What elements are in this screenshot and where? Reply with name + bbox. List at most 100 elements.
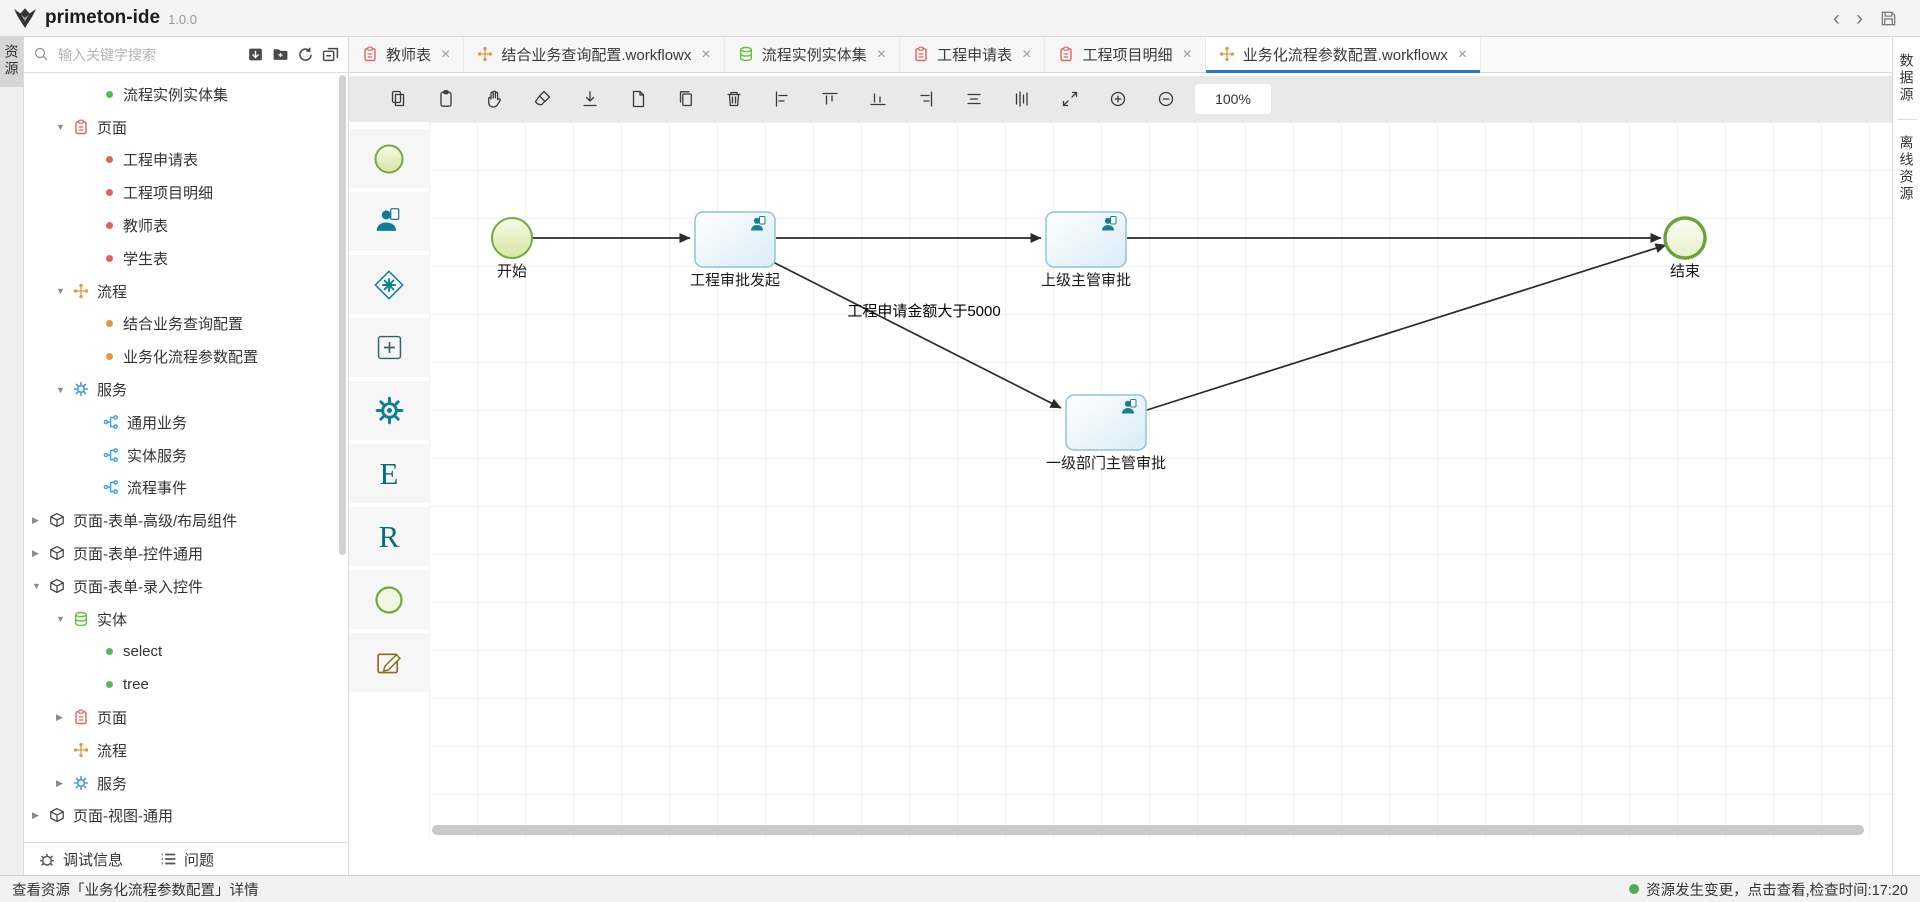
user-task-palette-item[interactable] — [349, 192, 429, 251]
tree-item[interactable]: ▶页面-表单-控件通用 — [24, 537, 348, 570]
edit-node-palette-item[interactable] — [349, 633, 429, 692]
zoom-out-button[interactable] — [1155, 88, 1177, 110]
start-event-palette-item[interactable] — [349, 129, 429, 188]
align-bottom-button[interactable] — [867, 88, 889, 110]
download-button[interactable] — [579, 88, 601, 110]
bottom-tab[interactable]: 问题 — [159, 849, 214, 870]
editor-tab[interactable]: 教师表× — [349, 37, 464, 72]
tree-item[interactable]: ▶ 页面 — [24, 701, 348, 734]
align-middle-button[interactable] — [963, 88, 985, 110]
search-input[interactable] — [56, 46, 241, 64]
forward-button[interactable]: › — [1856, 8, 1863, 29]
copy-page-button[interactable] — [675, 88, 697, 110]
tree-item-label: 页面 — [97, 707, 127, 728]
end-event-palette-item[interactable] — [349, 570, 429, 629]
brush-clean-button[interactable] — [531, 88, 553, 110]
tree-item[interactable]: ▼服务 — [24, 373, 348, 406]
chevron-right-icon[interactable]: ▶ — [56, 778, 73, 789]
import-icon[interactable] — [247, 46, 264, 63]
editor-tab[interactable]: 业务化流程参数配置.workflowx× — [1206, 37, 1481, 72]
tree-item[interactable]: ▶页面-视图-通用 — [24, 800, 348, 833]
canvas-horizontal-scrollbar[interactable] — [432, 825, 1864, 835]
editor-tab[interactable]: 工程项目明细× — [1045, 37, 1205, 72]
close-icon[interactable]: × — [701, 47, 710, 63]
tree-scrollbar[interactable] — [339, 75, 346, 555]
flow-edge[interactable] — [773, 262, 1061, 408]
zoom-in-button[interactable] — [1107, 88, 1129, 110]
back-button[interactable]: ‹ — [1833, 8, 1840, 29]
close-icon[interactable]: × — [877, 47, 886, 63]
tree-item[interactable]: tree — [24, 668, 348, 701]
editor-tab[interactable]: 流程实例实体集 × — [725, 37, 900, 72]
end-event-node[interactable] — [1665, 218, 1705, 258]
copy-button[interactable] — [387, 88, 409, 110]
editor-tab[interactable]: 工程申请表× — [900, 37, 1045, 72]
fit-screen-button[interactable] — [1059, 88, 1081, 110]
new-folder-icon[interactable] — [272, 46, 289, 63]
tree-item[interactable]: 流程实例实体集 — [24, 78, 348, 111]
chevron-down-icon[interactable]: ▼ — [32, 581, 49, 591]
tree-item[interactable]: 教师表 — [24, 209, 348, 242]
tree-item[interactable]: ▼ 页面-表单-录入控件 — [24, 570, 348, 603]
resources-rail-label: 资源 — [2, 44, 22, 78]
resources-rail-tab[interactable]: 资源 — [0, 37, 23, 87]
zoom-level-field[interactable]: 100% — [1195, 84, 1271, 114]
chevron-down-icon[interactable]: ▼ — [56, 385, 73, 395]
service-task-palette-item[interactable] — [349, 381, 429, 440]
tree-item[interactable]: ▼实体 — [24, 603, 348, 636]
tree-item[interactable]: select — [24, 636, 348, 669]
chevron-down-icon[interactable]: ▼ — [56, 614, 73, 624]
document-button[interactable] — [627, 88, 649, 110]
right-rail-tab[interactable]: 数据源 — [1897, 53, 1917, 120]
bottom-tab[interactable]: 调试信息 — [38, 849, 123, 870]
entity-node-palette-item[interactable]: E — [349, 444, 429, 503]
close-icon[interactable]: × — [1022, 47, 1031, 63]
collapse-all-icon[interactable] — [322, 46, 339, 63]
tree-item[interactable]: 工程申请表 — [24, 144, 348, 177]
chevron-down-icon[interactable]: ▼ — [56, 122, 73, 132]
rule-node-palette-item[interactable]: R — [349, 507, 429, 566]
tree-item[interactable]: 流程 — [24, 734, 348, 767]
refresh-icon[interactable] — [297, 46, 314, 63]
chevron-right-icon[interactable]: ▶ — [32, 810, 49, 821]
tree-item[interactable]: ▶页面-表单-高级/布局组件 — [24, 504, 348, 537]
chevron-down-icon[interactable]: ▼ — [56, 286, 73, 296]
close-icon[interactable]: × — [1182, 47, 1191, 63]
close-icon[interactable]: × — [441, 47, 450, 63]
tree-item[interactable]: ▶服务 — [24, 767, 348, 800]
start-event-node[interactable] — [492, 218, 532, 258]
tree-item[interactable]: 通用业务 — [24, 406, 348, 439]
clipboard-button[interactable] — [435, 88, 457, 110]
subprocess-palette-item[interactable] — [349, 318, 429, 377]
trash-button[interactable] — [723, 88, 745, 110]
align-left-button[interactable] — [771, 88, 793, 110]
tree-item[interactable]: 工程项目明细 — [24, 176, 348, 209]
tab-label: 流程实例实体集 — [762, 44, 867, 65]
chevron-right-icon[interactable]: ▶ — [32, 548, 49, 559]
tree-item[interactable]: 实体服务 — [24, 439, 348, 472]
tree-item[interactable]: 结合业务查询配置 — [24, 308, 348, 341]
gateway-palette-item[interactable] — [349, 255, 429, 314]
tree-item[interactable]: ▼ 页面 — [24, 111, 348, 144]
tree-item-label: 页面-表单-录入控件 — [73, 576, 203, 597]
close-icon[interactable]: × — [1458, 47, 1467, 63]
tree-item[interactable]: 学生表 — [24, 242, 348, 275]
hand-pan-button[interactable] — [483, 88, 505, 110]
save-icon[interactable] — [1879, 9, 1898, 28]
align-top-button[interactable] — [819, 88, 841, 110]
align-right-button[interactable] — [915, 88, 937, 110]
tree-item[interactable]: 流程事件 — [24, 472, 348, 505]
tree-item[interactable]: ▼流程 — [24, 275, 348, 308]
right-rail-tab[interactable]: 离线资源 — [1897, 135, 1917, 203]
node-label: 工程审批发起 — [690, 272, 780, 289]
flow-edge[interactable] — [1147, 245, 1666, 410]
status-resource-detail[interactable]: 查看资源「业务化流程参数配置」详情 — [12, 879, 259, 900]
distribute-button[interactable] — [1011, 88, 1033, 110]
tree-item-label: 页面 — [97, 117, 127, 138]
tree-item[interactable]: 业务化流程参数配置 — [24, 340, 348, 373]
chevron-right-icon[interactable]: ▶ — [56, 712, 73, 723]
diagram-canvas[interactable]: 工程申请金额大于5000开始工程审批发起上级主管审批一级部门主管审批结束 — [429, 122, 1892, 875]
status-change-notice[interactable]: 资源发生变更，点击查看,检查时间:17:20 — [1646, 879, 1908, 900]
chevron-right-icon[interactable]: ▶ — [32, 515, 49, 526]
editor-tab[interactable]: 结合业务查询配置.workflowx× — [464, 37, 724, 72]
